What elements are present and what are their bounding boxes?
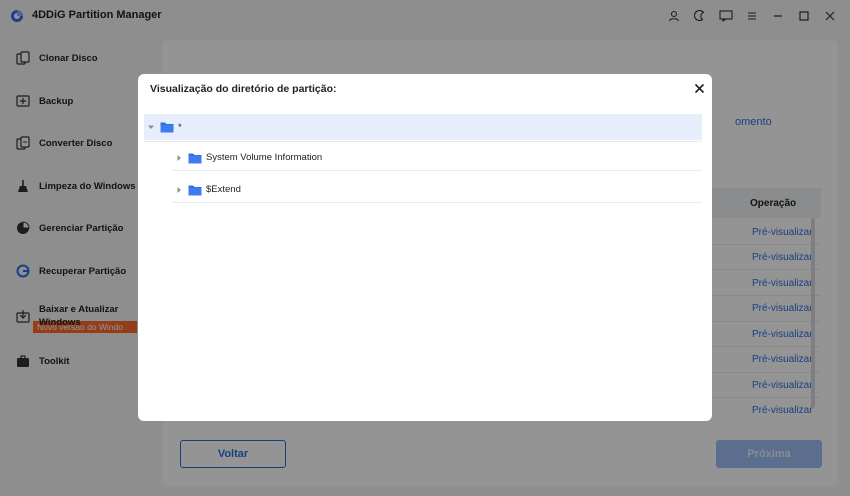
- folder-icon: [188, 185, 202, 195]
- tree-node-label: *: [178, 121, 182, 133]
- tree-node-system-volume-information[interactable]: System Volume Information: [172, 145, 702, 171]
- close-icon[interactable]: [692, 81, 706, 95]
- caret-down-icon[interactable]: [144, 120, 158, 134]
- tree-node-label: System Volume Information: [206, 152, 323, 163]
- caret-right-icon[interactable]: [172, 151, 186, 165]
- tree-node-label: $Extend: [206, 184, 241, 195]
- dialog-title: Visualização do diretório de partição:: [150, 83, 337, 95]
- tree-node-extend[interactable]: $Extend: [172, 177, 702, 203]
- directory-preview-dialog: Visualização do diretório de partição: *…: [138, 74, 712, 421]
- folder-icon: [188, 153, 202, 163]
- folder-icon: [160, 122, 174, 133]
- caret-right-icon[interactable]: [172, 183, 186, 197]
- tree-node-root[interactable]: *: [144, 114, 702, 140]
